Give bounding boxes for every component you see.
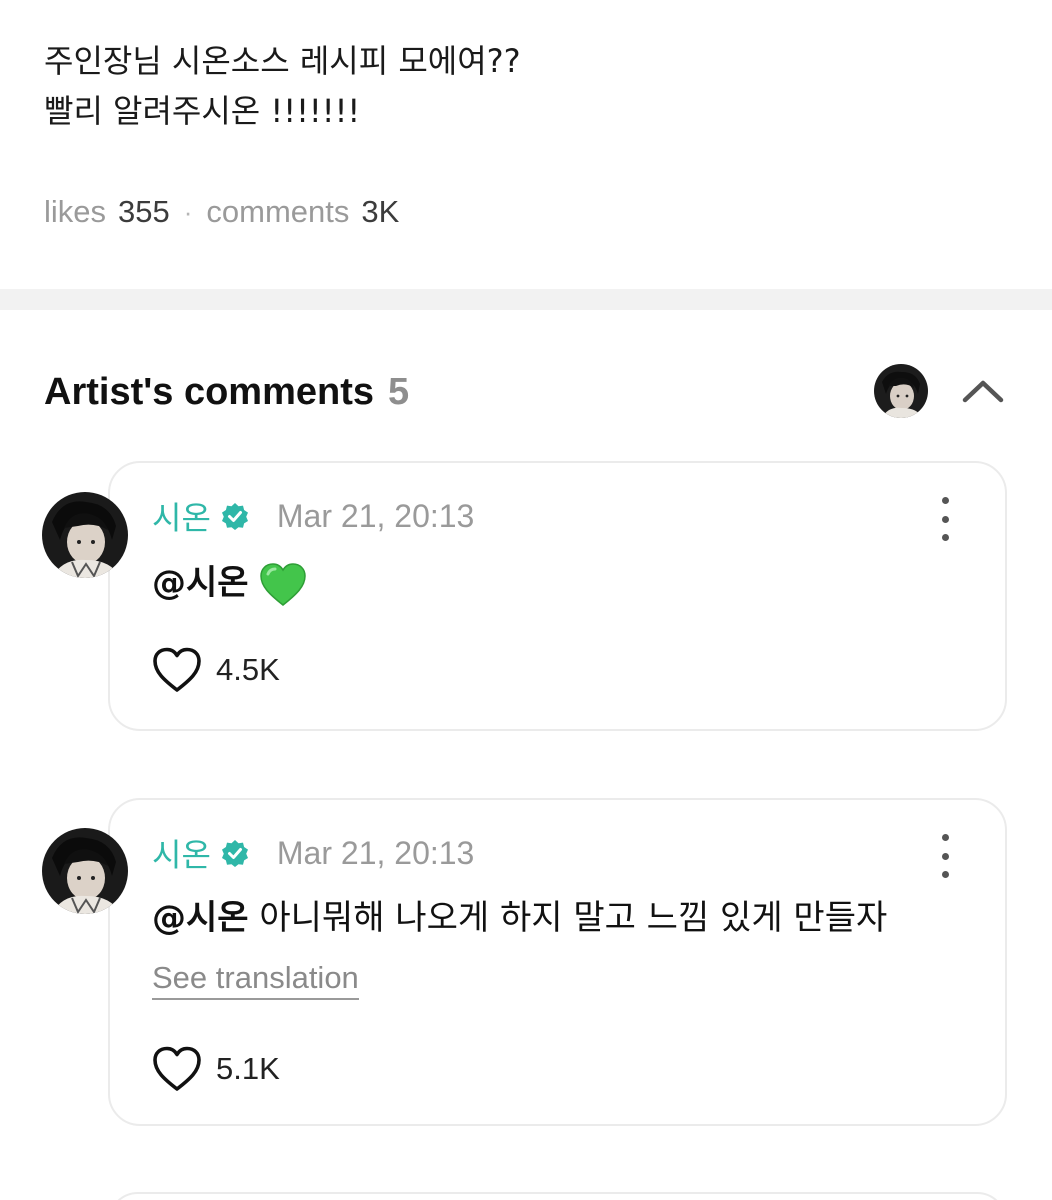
likes-label: likes xyxy=(44,194,107,229)
mention-link[interactable]: @시온 xyxy=(152,563,249,603)
likes-count[interactable]: 355 xyxy=(118,194,170,230)
commenter-avatar[interactable] xyxy=(42,828,128,914)
comment-card xyxy=(108,1192,1007,1200)
like-heart-icon[interactable] xyxy=(152,647,202,693)
section-title: Artist's comments xyxy=(44,370,375,413)
post-text-line: 빨리 알려주시온 !!!!!!! xyxy=(44,92,361,130)
like-heart-icon[interactable] xyxy=(152,1046,202,1092)
like-count: 4.5K xyxy=(216,652,280,687)
comments-count[interactable]: 3K xyxy=(361,194,399,230)
comment-card: 시온 Mar 21, 20:13 @시온 아니뭐해 나오게 하지 말고 느낌 있… xyxy=(108,798,1007,1126)
post-text-line: 주인장님 시온소스 레시피 모에여?? xyxy=(44,42,521,80)
verified-badge-icon xyxy=(221,503,248,530)
chevron-up-icon xyxy=(962,380,1004,403)
post-body: 주인장님 시온소스 레시피 모에여?? 빨리 알려주시온 !!!!!!! xyxy=(44,36,521,136)
comment-body: @시온 아니뭐해 나오게 하지 말고 느낌 있게 만들자 xyxy=(152,890,887,939)
more-dot xyxy=(941,534,949,541)
like-row: 4.5K xyxy=(152,647,280,693)
more-options-button[interactable] xyxy=(933,834,957,878)
more-dot xyxy=(941,515,949,523)
more-options-button[interactable] xyxy=(933,497,957,541)
section-count: 5 xyxy=(388,370,410,413)
artist-comments-header: Artist's comments 5 xyxy=(44,362,1008,422)
comment-author[interactable]: 시온 xyxy=(152,493,211,539)
comment-time: Mar 21, 20:13 xyxy=(276,497,475,534)
post-detail-page: 주인장님 시온소스 레시피 모에여?? 빨리 알려주시온 !!!!!!! lik… xyxy=(0,0,1052,1200)
more-dot xyxy=(941,834,949,841)
verified-badge-icon xyxy=(221,840,248,867)
mention-link[interactable]: @시온 xyxy=(152,898,249,938)
comment-time: Mar 21, 20:13 xyxy=(276,834,475,871)
like-count: 5.1K xyxy=(216,1051,280,1086)
stats-separator: · xyxy=(183,196,193,227)
commenter-avatar[interactable] xyxy=(42,492,128,578)
more-dot xyxy=(941,871,949,878)
comments-label: comments xyxy=(206,194,350,229)
comment-text: 아니뭐해 나오게 하지 말고 느낌 있게 만들자 xyxy=(259,898,888,938)
comment-header: 시온 Mar 21, 20:13 xyxy=(152,830,474,876)
comment-author[interactable]: 시온 xyxy=(152,830,211,876)
green-heart-icon xyxy=(259,562,306,606)
comment-header: 시온 Mar 21, 20:13 xyxy=(152,493,474,539)
more-dot xyxy=(941,497,949,504)
collapse-button[interactable] xyxy=(958,368,1008,414)
artist-avatar[interactable] xyxy=(874,364,928,418)
section-divider xyxy=(0,289,1052,310)
comment-body: @시온 xyxy=(152,555,307,607)
like-row: 5.1K xyxy=(152,1046,280,1092)
post-stats: likes 355 · comments 3K xyxy=(44,194,399,230)
see-translation-link[interactable]: See translation xyxy=(152,960,359,1000)
more-dot xyxy=(941,852,949,860)
comment-card: 시온 Mar 21, 20:13 @시온 4.5K xyxy=(108,461,1007,731)
